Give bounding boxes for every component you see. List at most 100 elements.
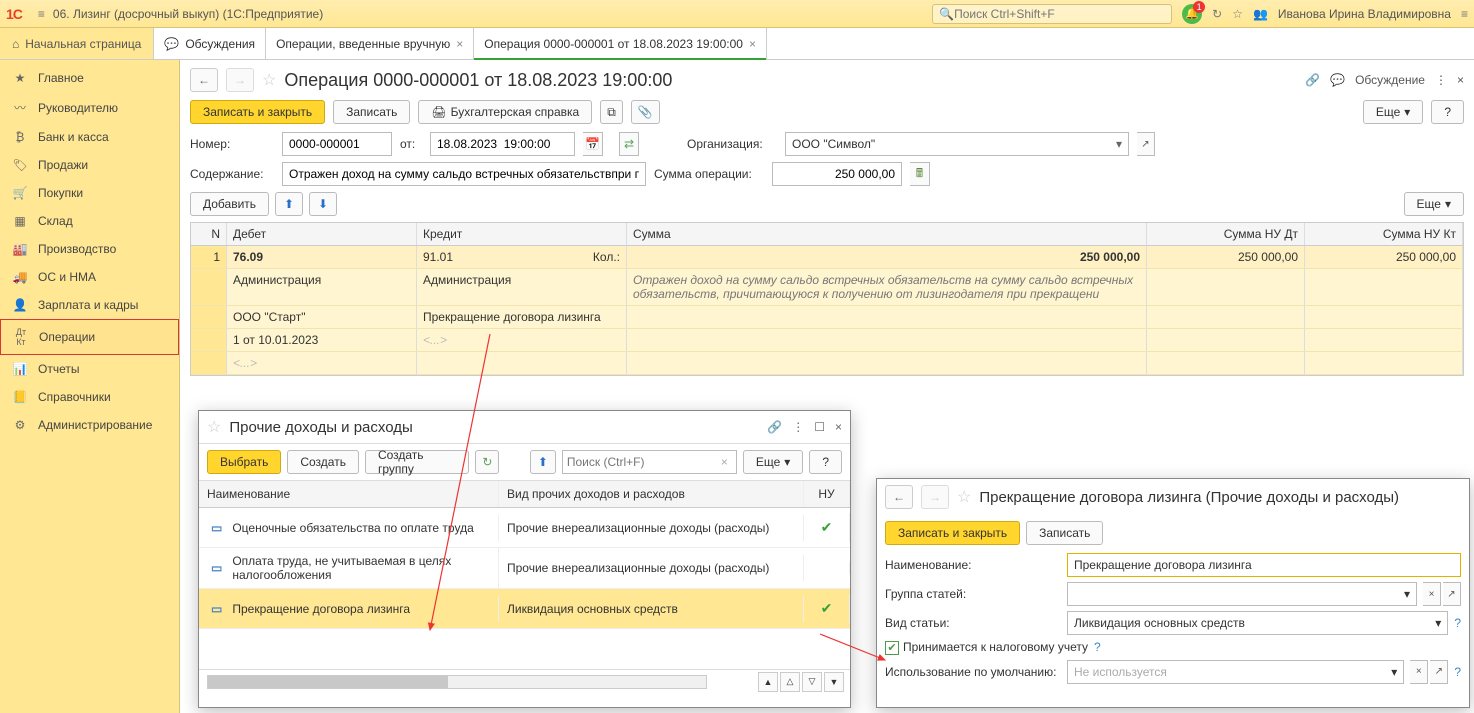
cell-nud[interactable]: 250 000,00 [1147,246,1305,268]
copy-button[interactable]: ⧉ [600,100,623,124]
close-icon[interactable]: × [456,37,463,51]
cell-kt-sub2[interactable]: Прекращение договора лизинга [417,306,627,328]
close-icon[interactable]: × [835,420,842,434]
col-name[interactable]: Наименование [199,481,499,507]
col-n[interactable]: N [191,223,227,245]
cell-dt-sub3[interactable]: 1 от 10.01.2023 [227,329,417,351]
cell-debit-account[interactable]: 76.09 [227,246,417,268]
sum-field[interactable] [779,163,895,185]
popup-search-input[interactable] [567,455,717,469]
list-item[interactable]: ▭Прекращение договора лизинга Ликвидация… [199,589,850,629]
nav-back-button[interactable]: ← [190,68,218,92]
col-nuk[interactable]: Сумма НУ Кт [1305,223,1463,245]
table-row[interactable]: Администрация Администрация Отражен дохо… [191,269,1463,306]
tab-operation-current[interactable]: Операция 0000-000001 от 18.08.2023 19:00… [474,28,767,59]
cell-kt-sub1[interactable]: Администрация [417,269,627,305]
sidebar-item-purchases[interactable]: 🛒Покупки [0,179,179,207]
grid-more-button[interactable]: Еще ▾ [1404,192,1464,216]
link-icon[interactable]: 🔗 [767,420,782,434]
nav-back-button[interactable]: ← [885,485,913,509]
list-item[interactable]: ▭Оценочные обязательства по оплате труда… [199,508,850,548]
sum-input[interactable] [772,162,902,186]
favorite-toggle-icon[interactable]: ☆ [262,70,276,90]
discuss-link[interactable]: Обсуждение [1355,73,1425,87]
save-close-button[interactable]: Записать и закрыть [190,100,325,124]
scroll-down-button[interactable]: ▽ [802,672,822,692]
popup-help-button[interactable]: ? [809,450,842,474]
list-item[interactable]: ▭Оплата труда, не учитываемая в целях на… [199,548,850,589]
col-credit[interactable]: Кредит [417,223,627,245]
cell-credit-account[interactable]: 91.01Кол.: [417,246,627,268]
save-close-button[interactable]: Записать и закрыть [885,521,1020,545]
sidebar-item-sales[interactable]: 🏷Продажи [0,151,179,179]
global-search[interactable]: 🔍 [932,4,1172,24]
sidebar-item-warehouse[interactable]: ▦Склад [0,207,179,235]
date-input[interactable] [430,132,575,156]
popup-search[interactable]: × [562,450,737,474]
group-select[interactable]: ▾ [1067,582,1417,606]
sidebar-item-manager[interactable]: 〰Руководителю [0,92,179,123]
sidebar-item-bank[interactable]: ₿Банк и касса [0,123,179,151]
help-link[interactable]: ? [1094,640,1101,654]
kebab-icon[interactable]: ⋮ [792,420,804,434]
notification-icon[interactable]: 🔔1 [1182,4,1202,24]
help-link[interactable]: ? [1454,665,1461,679]
refresh-button[interactable]: ↻ [475,450,499,474]
favorite-toggle-icon[interactable]: ☆ [207,417,221,437]
print-reference-button[interactable]: 🖨Бухгалтерская справка [418,100,592,124]
clear-button[interactable]: × [1423,582,1441,606]
link-icon[interactable]: 🔗 [1305,73,1320,87]
nav-forward-button[interactable]: → [226,68,254,92]
save-button[interactable]: Записать [333,100,410,124]
tax-checkbox[interactable]: ✔Принимается к налоговому учету [885,640,1088,655]
user-icon[interactable]: 👥 [1253,7,1268,21]
calculator-button[interactable]: 🖩 [910,162,930,186]
open-button[interactable]: ↗ [1430,660,1448,684]
move-down-button[interactable]: ⬇ [309,192,337,216]
description-input[interactable] [282,162,646,186]
kebab-icon[interactable]: ⋮ [1435,73,1447,87]
number-field[interactable] [289,133,385,155]
cell-description[interactable]: Отражен доход на сумму сальдо встречных … [627,269,1147,305]
sidebar-item-payroll[interactable]: 👤Зарплата и кадры [0,291,179,319]
scroll-up-button[interactable]: △ [780,672,800,692]
name-input[interactable]: Прекращение договора лизинга [1067,553,1461,577]
tab-discussions[interactable]: 💬 Обсуждения [154,28,266,59]
favorite-toggle-icon[interactable]: ☆ [957,487,971,507]
history-icon[interactable]: ↻ [1212,7,1222,21]
sidebar-item-reports[interactable]: 📊Отчеты [0,355,179,383]
cell-kt-sub3[interactable]: <...> [417,329,627,351]
post-button[interactable]: ⇄ [619,132,639,156]
close-icon[interactable]: × [749,37,756,51]
create-group-button[interactable]: Создать группу [365,450,469,474]
cell-dt-sub1[interactable]: Администрация [227,269,417,305]
col-sum[interactable]: Сумма [627,223,1147,245]
date-field[interactable] [437,133,568,155]
table-row[interactable]: 1 от 10.01.2023 <...> [191,329,1463,352]
calendar-button[interactable]: 📅 [583,132,603,156]
save-button[interactable]: Записать [1026,521,1103,545]
clear-icon[interactable]: × [721,455,728,469]
maximize-icon[interactable]: ☐ [814,420,825,434]
table-row[interactable]: <...> [191,352,1463,375]
table-row[interactable]: ООО "Старт" Прекращение договора лизинга [191,306,1463,329]
number-input[interactable] [282,132,392,156]
kind-select[interactable]: Ликвидация основных средств▾ [1067,611,1448,635]
help-button[interactable]: ? [1431,100,1464,124]
close-icon[interactable]: × [1457,73,1464,87]
create-button[interactable]: Создать [287,450,359,474]
cell-dt-sub2[interactable]: ООО "Старт" [227,306,417,328]
scroll-top-button[interactable]: ▲ [758,672,778,692]
global-search-input[interactable] [954,7,1154,21]
tab-manual-operations[interactable]: Операции, введенные вручную × [266,28,474,59]
scroll-bottom-button[interactable]: ▼ [824,672,844,692]
sidebar-item-main[interactable]: ★Главное [0,64,179,92]
table-row[interactable]: 1 76.09 91.01Кол.: 250 000,00 250 000,00… [191,246,1463,269]
sidebar-item-production[interactable]: 🏭Производство [0,235,179,263]
col-nud[interactable]: Сумма НУ Дт [1147,223,1305,245]
default-select[interactable]: Не используется▾ [1067,660,1404,684]
cell-sum[interactable]: 250 000,00 [627,246,1147,268]
organization-select[interactable]: ООО "Символ"▾ [785,132,1129,156]
nav-forward-button[interactable]: → [921,485,949,509]
popup-more-button[interactable]: Еще ▾ [743,450,803,474]
